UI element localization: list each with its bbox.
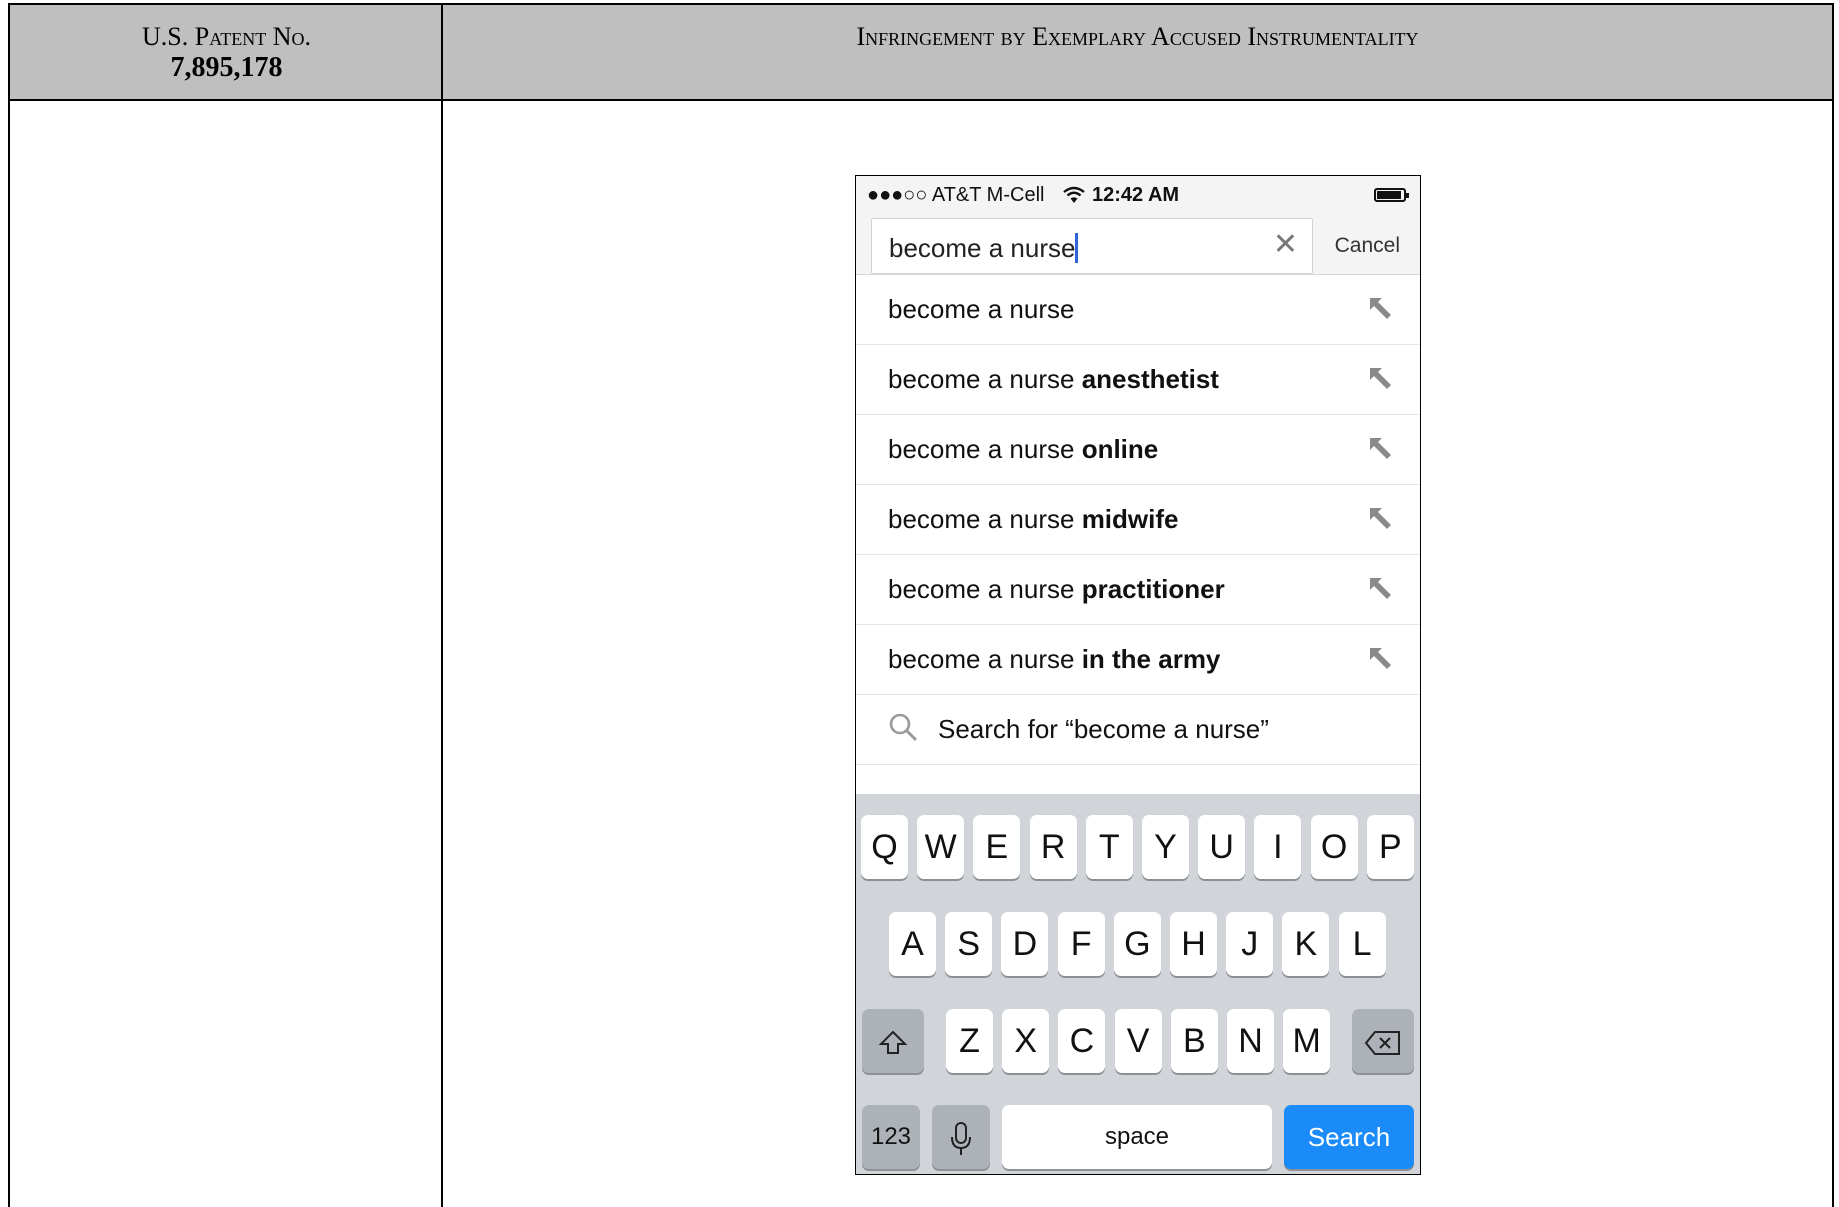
key-u[interactable]: U bbox=[1198, 815, 1246, 879]
key-p[interactable]: P bbox=[1366, 815, 1414, 879]
cancel-button[interactable]: Cancel bbox=[1335, 234, 1400, 258]
search-input-value: become a nurse bbox=[889, 233, 1076, 263]
suggestion-completion: midwife bbox=[1081, 504, 1179, 534]
microphone-icon bbox=[951, 1122, 971, 1156]
key-c[interactable]: C bbox=[1058, 1009, 1106, 1073]
cell-border bbox=[1832, 101, 1834, 1207]
key-o[interactable]: O bbox=[1310, 815, 1358, 879]
cell-border bbox=[8, 101, 10, 1207]
suggestion-item[interactable]: become a nurse bbox=[856, 274, 1420, 345]
suggestion-completion: in the army bbox=[1081, 644, 1221, 674]
search-for-item[interactable]: Search for “become a nurse” bbox=[856, 694, 1420, 765]
suggestion-completion: anesthetist bbox=[1081, 364, 1219, 394]
suggestion-label: become a nurse practitioner bbox=[888, 574, 1225, 605]
key-g[interactable]: G bbox=[1113, 912, 1161, 976]
key-b[interactable]: B bbox=[1170, 1009, 1218, 1073]
key-a[interactable]: A bbox=[889, 912, 936, 976]
suggestion-item[interactable]: become a nurse practitioner bbox=[856, 554, 1420, 625]
status-time: 12:42 AM bbox=[1092, 184, 1180, 206]
key-f[interactable]: F bbox=[1057, 912, 1105, 976]
battery-icon bbox=[1374, 188, 1409, 202]
suggestion-item[interactable]: become a nurse midwife bbox=[856, 484, 1420, 555]
key-q[interactable]: Q bbox=[861, 815, 908, 879]
status-bar: ●●●○○ AT&T M-Cell 12:42 AM bbox=[856, 176, 1420, 214]
key-i[interactable]: I bbox=[1254, 815, 1302, 879]
suggestion-query: become a nurse bbox=[888, 644, 1075, 674]
space-key[interactable]: space bbox=[1002, 1105, 1272, 1169]
suggestion-label: become a nurse midwife bbox=[888, 504, 1178, 535]
patent-number-header: U.S. Patent No. 7,895,178 bbox=[8, 3, 443, 101]
fill-arrow-icon[interactable] bbox=[1366, 364, 1394, 392]
text-caret bbox=[1075, 233, 1079, 263]
backspace-key[interactable] bbox=[1352, 1009, 1414, 1073]
search-for-label: Search for “become a nurse” bbox=[938, 714, 1269, 744]
keyboard: 123 space Search QWERTYUIOP ASDFGHJKL ZXCV… bbox=[856, 794, 1420, 1174]
key-h[interactable]: H bbox=[1170, 912, 1217, 976]
key-r[interactable]: R bbox=[1029, 815, 1077, 879]
suggestion-label: become a nurse in the army bbox=[888, 644, 1220, 675]
fill-arrow-icon[interactable] bbox=[1366, 294, 1394, 322]
search-icon bbox=[889, 713, 918, 742]
clear-icon[interactable]: ✕ bbox=[1273, 229, 1298, 261]
suggestion-label: become a nurse online bbox=[888, 434, 1158, 465]
backspace-icon bbox=[1364, 1031, 1400, 1056]
suggestion-item[interactable]: become a nurse in the army bbox=[856, 624, 1420, 695]
suggestion-label: become a nurse bbox=[888, 294, 1074, 325]
microphone-key[interactable] bbox=[932, 1105, 990, 1169]
key-s[interactable]: S bbox=[945, 912, 993, 976]
fill-arrow-icon[interactable] bbox=[1366, 644, 1394, 672]
key-m[interactable]: M bbox=[1283, 1009, 1331, 1073]
suggestion-completion: practitioner bbox=[1081, 574, 1225, 604]
key-k[interactable]: K bbox=[1282, 912, 1330, 976]
key-v[interactable]: V bbox=[1114, 1009, 1162, 1073]
key-j[interactable]: J bbox=[1226, 912, 1274, 976]
key-e[interactable]: E bbox=[973, 815, 1021, 879]
suggestion-query: become a nurse bbox=[888, 294, 1075, 324]
suggestion-item[interactable]: become a nurse online bbox=[856, 414, 1420, 485]
suggestion-query: become a nurse bbox=[888, 434, 1075, 464]
infringement-header: Infringement by Exemplary Accused Instru… bbox=[441, 3, 1834, 101]
key-l[interactable]: L bbox=[1338, 912, 1386, 976]
fill-arrow-icon[interactable] bbox=[1366, 434, 1394, 462]
suggestion-item[interactable]: become a nurse anesthetist bbox=[856, 344, 1420, 415]
wifi-icon bbox=[1063, 186, 1085, 203]
phone-screenshot: ●●●○○ AT&T M-Cell 12:42 AM become a nurs… bbox=[855, 175, 1421, 1175]
key-x[interactable]: X bbox=[1002, 1009, 1050, 1073]
suggestion-query: become a nurse bbox=[888, 504, 1075, 534]
suggestion-query: become a nurse bbox=[888, 364, 1075, 394]
shift-key[interactable] bbox=[862, 1009, 924, 1073]
search-bar: become a nurse ✕ Cancel bbox=[856, 214, 1420, 275]
infringement-title: Infringement by Exemplary Accused Instru… bbox=[856, 22, 1419, 51]
fill-arrow-icon[interactable] bbox=[1366, 504, 1394, 532]
carrier-label: ●●●○○ AT&T M-Cell bbox=[867, 184, 1045, 206]
cell-border bbox=[441, 101, 443, 1207]
search-input[interactable]: become a nurse ✕ bbox=[871, 218, 1313, 274]
suggestion-completion: online bbox=[1081, 434, 1159, 464]
key-z[interactable]: Z bbox=[946, 1009, 993, 1073]
fill-arrow-icon[interactable] bbox=[1366, 574, 1394, 602]
key-n[interactable]: N bbox=[1227, 1009, 1274, 1073]
key-d[interactable]: D bbox=[1001, 912, 1049, 976]
patent-label: U.S. Patent No. bbox=[142, 22, 311, 51]
key-t[interactable]: T bbox=[1085, 815, 1133, 879]
numbers-key[interactable]: 123 bbox=[862, 1105, 920, 1169]
search-key[interactable]: Search bbox=[1284, 1105, 1414, 1169]
shift-icon bbox=[878, 1030, 908, 1055]
suggestion-label: become a nurse anesthetist bbox=[888, 364, 1219, 395]
suggestion-query: become a nurse bbox=[888, 574, 1075, 604]
key-w[interactable]: W bbox=[917, 815, 965, 879]
key-y[interactable]: Y bbox=[1142, 815, 1189, 879]
patent-number: 7,895,178 bbox=[170, 52, 283, 83]
